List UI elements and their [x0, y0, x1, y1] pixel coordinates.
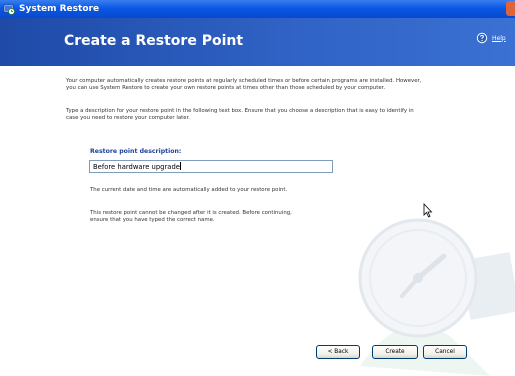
back-button[interactable]: < Back — [316, 345, 360, 359]
cancel-button[interactable]: Cancel — [423, 345, 467, 359]
change-note: This restore point cannot be changed aft… — [90, 210, 292, 223]
text-caret — [179, 162, 181, 170]
description-input[interactable]: Before hardware upgrade — [89, 160, 333, 173]
help-label[interactable]: Help — [492, 35, 506, 42]
title-bar: System Restore — [0, 0, 515, 18]
date-note: The current date and time are automatica… — [90, 187, 288, 193]
instruction-text: Type a description for your restore poin… — [66, 108, 414, 121]
close-button[interactable] — [506, 1, 515, 16]
create-button[interactable]: Create — [372, 345, 418, 359]
page-title: Create a Restore Point — [64, 33, 244, 49]
help-icon[interactable] — [476, 32, 488, 44]
description-label: Restore point description: — [90, 148, 182, 155]
intro-text: Your computer automatically creates rest… — [66, 78, 422, 91]
content-area: Your computer automatically creates rest… — [0, 66, 515, 376]
system-restore-icon — [3, 4, 15, 15]
help-link[interactable]: Help — [476, 32, 506, 44]
mouse-cursor-icon — [423, 203, 433, 218]
description-value[interactable]: Before hardware upgrade — [93, 163, 180, 171]
window-title: System Restore — [19, 4, 100, 14]
page-header: Create a Restore Point Help — [0, 18, 515, 66]
